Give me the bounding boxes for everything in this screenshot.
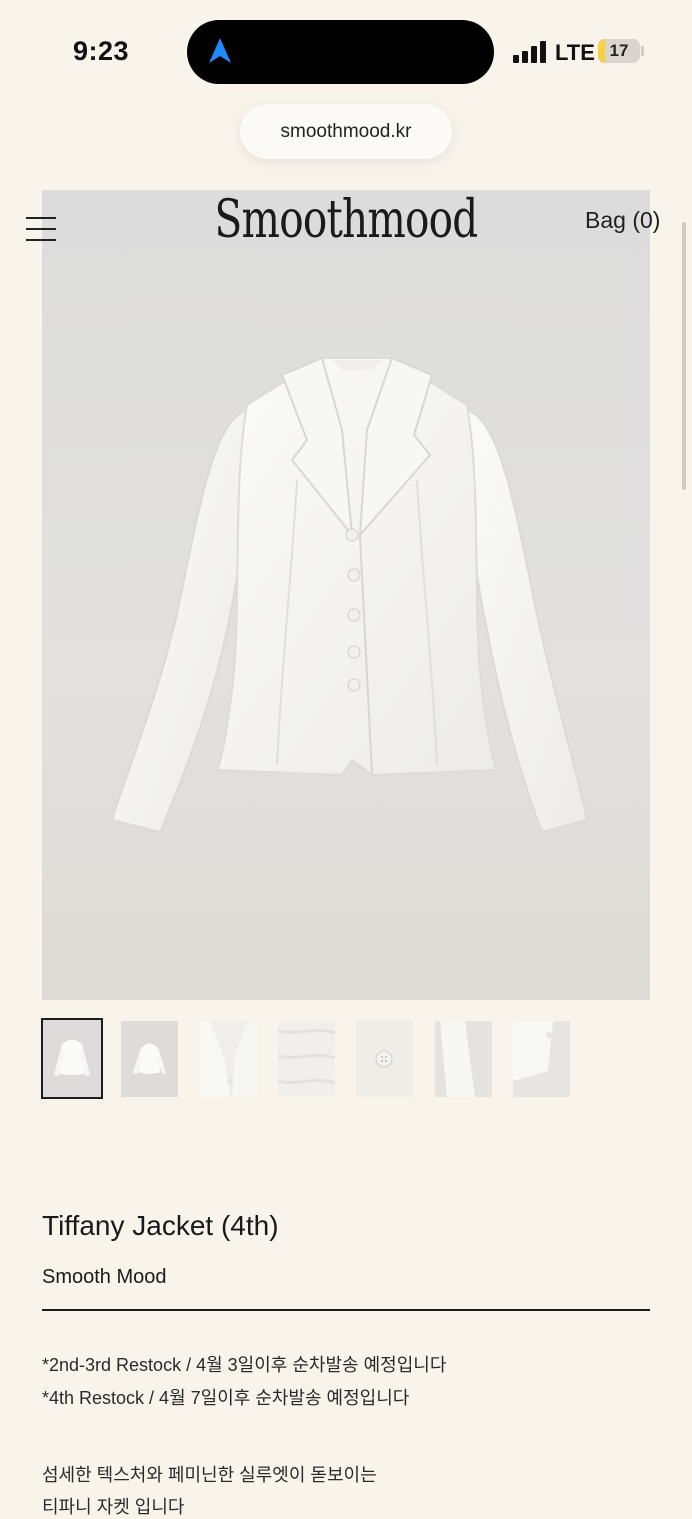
thumbnail-6[interactable] xyxy=(435,1021,492,1097)
product-brand: Smooth Mood xyxy=(42,1266,167,1288)
thumbnail-7[interactable] xyxy=(513,1021,570,1097)
thumbnail-2[interactable] xyxy=(121,1021,178,1097)
thumbnail-collar-image xyxy=(200,1021,257,1097)
battery-level: 17 xyxy=(609,41,629,60)
menu-hamburger-icon[interactable] xyxy=(26,217,56,241)
thumbnail-5[interactable] xyxy=(356,1021,413,1097)
bag-link[interactable]: Bag (0) xyxy=(585,207,660,234)
navigation-arrow-icon xyxy=(209,38,231,63)
thumbnail-jacket-image xyxy=(54,1038,90,1077)
thumbnail-button-image xyxy=(375,1050,393,1068)
network-type: LTE xyxy=(555,40,595,65)
signal-icon xyxy=(513,41,546,63)
thumbnail-3[interactable] xyxy=(200,1021,257,1097)
restock-notice: *4th Restock / 4월 7일이후 순차발송 예정입니다 xyxy=(42,1388,410,1408)
scrollbar[interactable] xyxy=(682,222,686,490)
product-main-image[interactable] xyxy=(42,190,650,1000)
battery-cap xyxy=(641,46,644,56)
battery-icon: 17 xyxy=(598,39,640,63)
product-description: 티파니 자켓 입니다 xyxy=(42,1497,185,1517)
thumbnail-1[interactable] xyxy=(41,1018,103,1099)
divider xyxy=(42,1309,650,1311)
site-logo[interactable]: Smoothmood xyxy=(76,190,616,250)
restock-notice: *2nd-3rd Restock / 4월 3일이후 순차발송 예정입니다 xyxy=(42,1355,447,1375)
product-description: 섬세한 텍스처와 페미닌한 실루엣이 돋보이는 xyxy=(42,1465,377,1485)
thumbnail-fabric-image xyxy=(278,1028,335,1085)
address-bar[interactable]: smoothmood.kr xyxy=(240,104,452,159)
status-time: 9:23 xyxy=(73,36,130,66)
thumbnail-side-image xyxy=(513,1021,553,1081)
status-bar: 9:23 LTE 17 xyxy=(0,0,692,100)
product-title: Tiffany Jacket (4th) xyxy=(42,1210,279,1241)
thumbnail-sleeve-image xyxy=(440,1021,475,1097)
thumbnail-jacket-small-image xyxy=(133,1042,166,1076)
jacket-illustration xyxy=(110,356,589,834)
thumbnail-4[interactable] xyxy=(278,1021,335,1097)
